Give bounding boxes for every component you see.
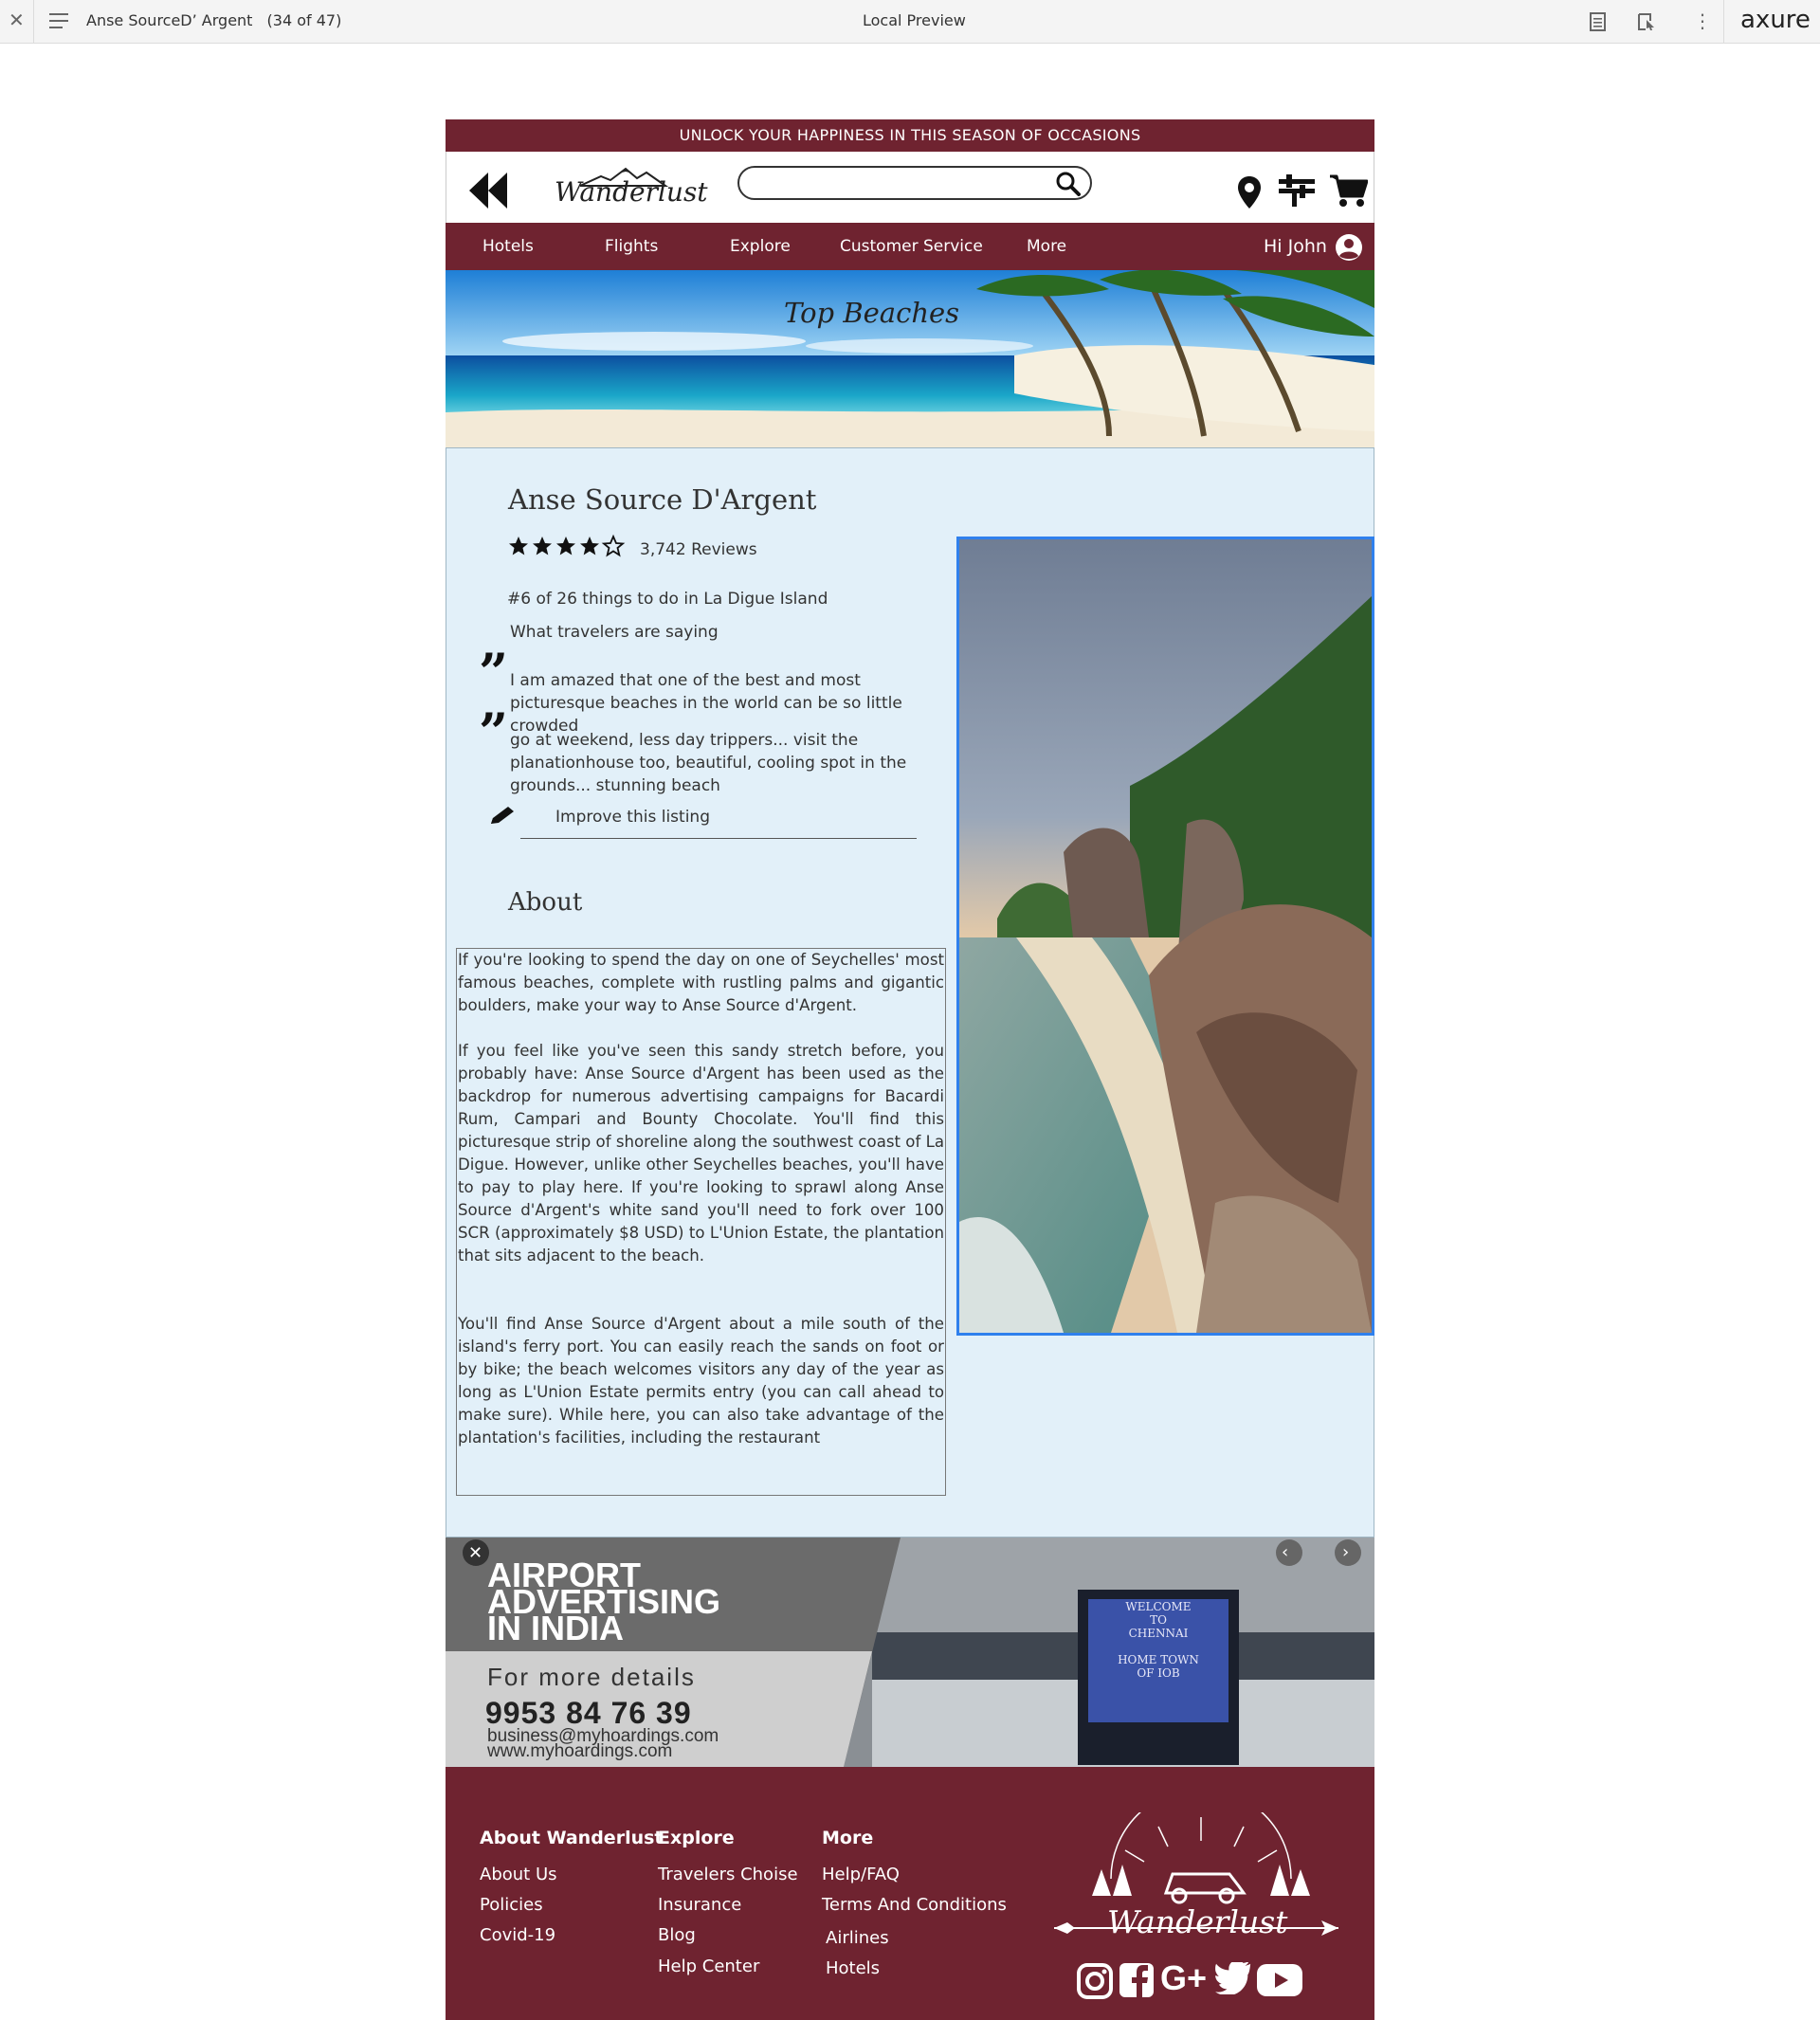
- promo-banner[interactable]: UNLOCK YOUR HAPPINESS IN THIS SEASON OF …: [446, 119, 1374, 152]
- star-icon: [509, 537, 528, 555]
- search-icon[interactable]: [1056, 172, 1081, 196]
- google-plus-icon[interactable]: G+: [1160, 1958, 1207, 1998]
- page-count: (34 of 47): [266, 11, 342, 29]
- about-paragraph: You'll find Anse Source d'Argent about a…: [458, 1315, 944, 1447]
- divider: [520, 838, 917, 839]
- preview-title: Local Preview: [863, 11, 966, 29]
- traveler-quote: I am amazed that one of the best and mos…: [510, 671, 902, 736]
- footer-link[interactable]: Blog: [658, 1925, 696, 1945]
- ad-screen-text: WELCOME TO CHENNAI HOME TOWN OF IOB: [1088, 1600, 1228, 1680]
- footer-logo: Wanderlust: [1107, 1903, 1288, 1940]
- about-paragraph: If you feel like you've seen this sandy …: [458, 1042, 944, 1265]
- nav-flights[interactable]: Flights: [605, 223, 658, 270]
- banner-title: Top Beaches: [784, 297, 960, 329]
- footer-heading: About Wanderlust: [480, 1828, 664, 1848]
- nav-explore[interactable]: Explore: [730, 223, 791, 270]
- screen-line: WELCOME: [1125, 1600, 1192, 1613]
- improve-listing-link[interactable]: Improve this listing: [555, 808, 710, 827]
- about-heading: About: [508, 888, 583, 917]
- instagram-icon[interactable]: [1077, 1963, 1113, 1999]
- site-logo[interactable]: Wanderlust: [555, 176, 708, 208]
- footer-link[interactable]: Terms And Conditions: [822, 1895, 1007, 1915]
- traveler-quote: go at weekend, less day trippers... visi…: [510, 731, 907, 795]
- listing-title: Anse Source D'Argent: [508, 483, 817, 516]
- ad-next-icon[interactable]: ›: [1342, 1542, 1349, 1562]
- pencil-icon[interactable]: [489, 805, 518, 826]
- menu-icon[interactable]: [49, 12, 70, 29]
- ad-close-icon[interactable]: ✕: [468, 1543, 482, 1563]
- screen-line: TO: [1150, 1613, 1167, 1627]
- footer-link[interactable]: About Us: [480, 1865, 557, 1884]
- nav-more[interactable]: More: [1027, 223, 1066, 270]
- page-name-text: Anse SourceD’ Argent: [86, 11, 253, 29]
- about-description: If you're looking to spend the day on on…: [456, 948, 946, 1496]
- notes-icon[interactable]: [1589, 11, 1608, 32]
- user-greeting[interactable]: Hi John: [1264, 223, 1327, 270]
- footer-link[interactable]: Hotels: [826, 1958, 880, 1978]
- footer-link[interactable]: Insurance: [658, 1895, 741, 1915]
- quote-icon: ”: [479, 701, 509, 762]
- screen-line: OF IOB: [1137, 1666, 1180, 1680]
- footer-link[interactable]: Airlines: [826, 1928, 889, 1948]
- more-options-icon[interactable]: ⋮: [1693, 9, 1712, 32]
- about-paragraph: If you're looking to spend the day on on…: [458, 951, 944, 1014]
- footer-link[interactable]: Covid-19: [480, 1925, 555, 1945]
- ad-details: For more details: [487, 1663, 696, 1691]
- quote-icon: ”: [479, 642, 509, 702]
- close-icon[interactable]: ✕: [9, 9, 25, 31]
- back-icon[interactable]: [468, 171, 508, 210]
- search-input[interactable]: [737, 166, 1092, 200]
- filter-icon[interactable]: [1279, 174, 1315, 207]
- footer-heading: Explore: [658, 1828, 735, 1848]
- nav-customer-service[interactable]: Customer Service: [840, 223, 983, 270]
- footer-link[interactable]: Policies: [480, 1895, 543, 1915]
- ad-headline: AIRPORT ADVERTISING IN INDIA: [487, 1558, 720, 1646]
- footer-link[interactable]: Help Center: [658, 1956, 759, 1976]
- youtube-icon[interactable]: [1257, 1964, 1302, 1996]
- footer-link[interactable]: Travelers Choise: [658, 1865, 798, 1884]
- screen-line: CHENNAI: [1128, 1627, 1189, 1640]
- footer-heading: More: [822, 1828, 874, 1848]
- axure-logo: axure: [1740, 6, 1811, 34]
- ad-prev-icon[interactable]: ‹: [1282, 1542, 1288, 1562]
- divider: [33, 0, 34, 43]
- inspect-icon[interactable]: [1636, 11, 1657, 32]
- divider: [1723, 0, 1724, 43]
- footer-link[interactable]: Help/FAQ: [822, 1865, 900, 1884]
- facebook-icon[interactable]: [1119, 1962, 1155, 1998]
- travelers-heading: What travelers are saying: [510, 623, 719, 642]
- rank-text: #6 of 26 things to do in La Digue Island: [507, 590, 828, 609]
- user-avatar-icon[interactable]: [1335, 233, 1363, 262]
- star-rating: [508, 534, 631, 562]
- beach-photo[interactable]: [956, 537, 1374, 1336]
- review-count[interactable]: 3,742 Reviews: [640, 540, 757, 559]
- screen-line: HOME TOWN: [1118, 1653, 1199, 1666]
- page-name: Anse SourceD’ Argent (34 of 47): [86, 11, 341, 29]
- cart-icon[interactable]: [1330, 173, 1368, 208]
- nav-hotels[interactable]: Hotels: [482, 223, 534, 270]
- twitter-icon[interactable]: [1215, 1962, 1251, 1994]
- ad-website: www.myhoardings.com: [487, 1741, 673, 1761]
- location-icon[interactable]: [1237, 175, 1262, 209]
